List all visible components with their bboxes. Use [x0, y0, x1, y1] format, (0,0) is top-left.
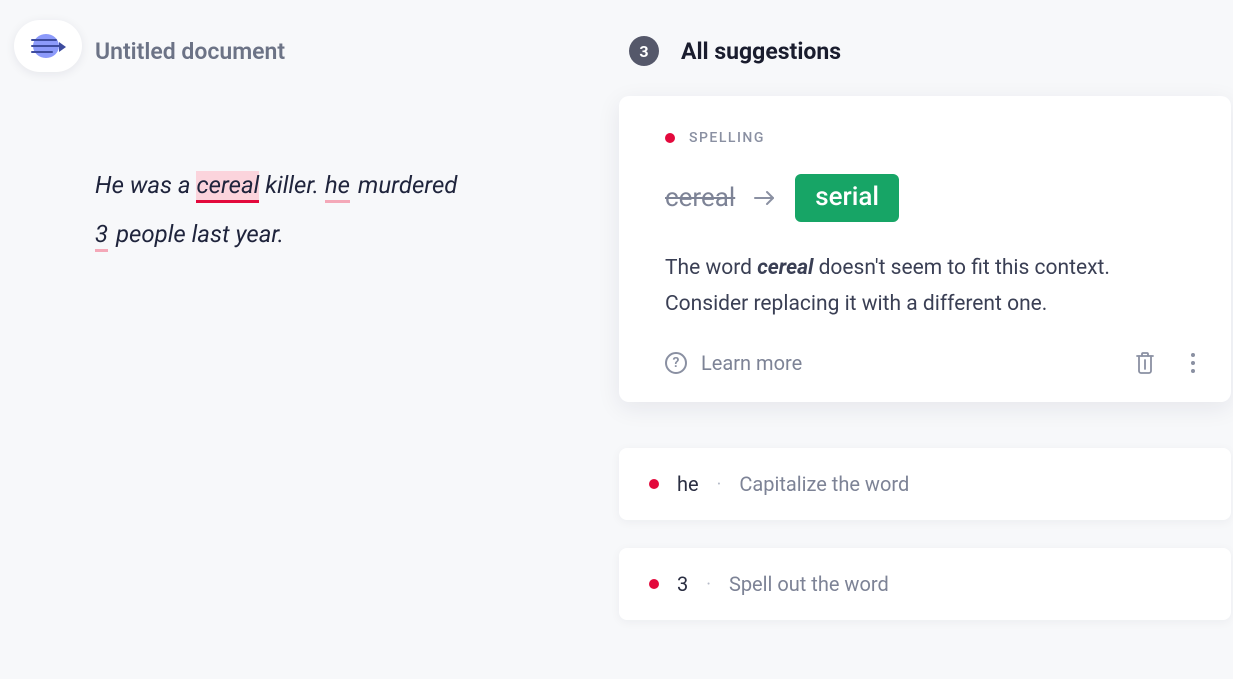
category-dot-icon: [649, 479, 659, 489]
app-logo-button[interactable]: [14, 20, 82, 72]
trash-icon[interactable]: [1133, 350, 1157, 376]
suggestion-category-row: SPELLING: [665, 130, 1191, 146]
separator-dot-icon: ·: [706, 574, 711, 595]
highlight-grammar[interactable]: he: [325, 171, 350, 203]
original-word: cereal: [665, 183, 735, 213]
mini-word: 3: [677, 572, 688, 596]
suggestions-title: All suggestions: [681, 38, 841, 65]
text-segment: He was a: [95, 171, 196, 199]
suggestion-description: The word cereal doesn't seem to fit this…: [665, 250, 1191, 322]
editor-body[interactable]: He was a cereal killer. he murdered 3 pe…: [95, 161, 565, 259]
help-icon: ?: [665, 352, 687, 374]
left-rail: [0, 0, 95, 679]
mini-hint: Capitalize the word: [739, 472, 909, 496]
document-title[interactable]: Untitled document: [95, 38, 583, 65]
app-root: Untitled document He was a cereal killer…: [0, 0, 1233, 679]
editor-column: Untitled document He was a cereal killer…: [95, 0, 623, 679]
mini-hint: Spell out the word: [729, 572, 889, 596]
suggestions-header: 3 All suggestions: [623, 36, 1231, 66]
replacement-chip[interactable]: serial: [795, 174, 899, 222]
card-actions-row: ? Learn more: [665, 350, 1191, 376]
category-dot-icon: [665, 133, 675, 143]
suggestion-category-label: SPELLING: [689, 130, 765, 146]
text-segment: people last year.: [110, 220, 284, 248]
highlight-spelling[interactable]: cereal: [196, 171, 259, 203]
more-vertical-icon[interactable]: [1189, 350, 1197, 376]
suggestion-card-collapsed[interactable]: 3 · Spell out the word: [619, 548, 1231, 620]
app-logo-icon: [31, 32, 65, 60]
suggestion-card-collapsed[interactable]: he · Capitalize the word: [619, 448, 1231, 520]
mini-word: he: [677, 472, 699, 496]
suggestion-card-active[interactable]: SPELLING cereal serial The word cereal d…: [619, 96, 1231, 402]
highlight-grammar[interactable]: 3: [95, 220, 108, 252]
suggestions-panel: 3 All suggestions SPELLING cereal serial…: [623, 0, 1233, 679]
category-dot-icon: [649, 579, 659, 589]
text-segment: murdered: [352, 171, 457, 199]
replacement-row: cereal serial: [665, 174, 1191, 222]
text-segment: killer.: [259, 171, 325, 199]
separator-dot-icon: ·: [717, 474, 722, 495]
learn-more-label: Learn more: [701, 351, 802, 375]
arrow-right-icon: [753, 190, 777, 206]
learn-more-button[interactable]: ? Learn more: [665, 351, 802, 375]
suggestion-count-badge: 3: [629, 36, 659, 66]
